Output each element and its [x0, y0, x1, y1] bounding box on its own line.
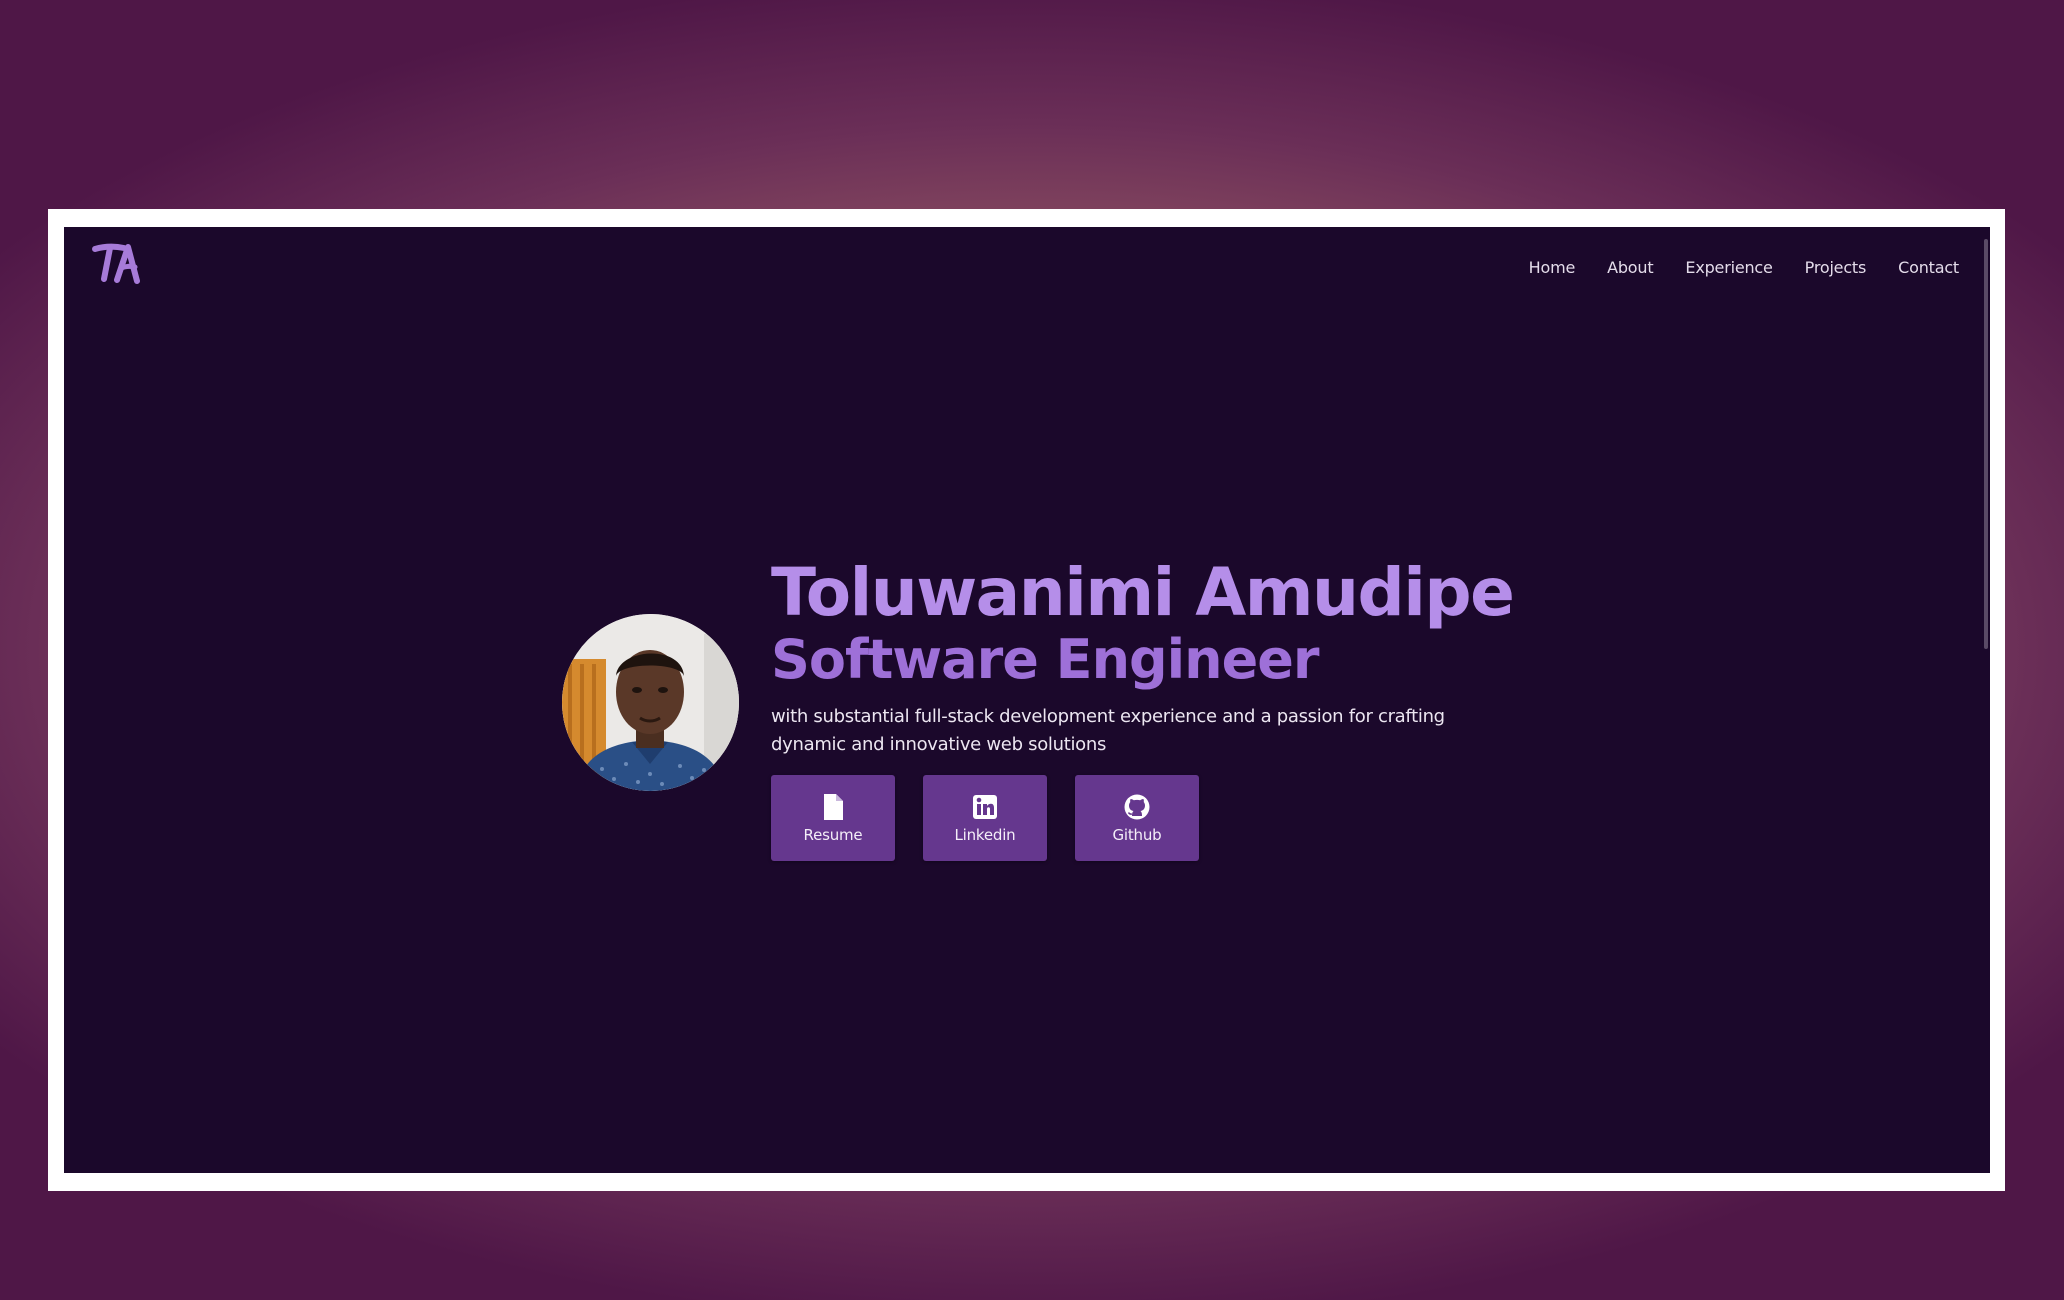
hero-section: Toluwanimi Amudipe Software Engineer wit… — [562, 557, 1562, 897]
document-icon — [819, 793, 847, 821]
profile-avatar — [562, 614, 739, 791]
hero-text: Toluwanimi Amudipe Software Engineer wit… — [771, 557, 1571, 861]
linkedin-button-label: Linkedin — [954, 825, 1016, 844]
ta-monogram-logo-icon — [92, 243, 140, 284]
hero-tagline: with substantial full-stack development … — [771, 706, 1445, 755]
hero-role: Software Engineer — [771, 628, 1320, 691]
resume-button[interactable]: Resume — [771, 775, 895, 861]
linkedin-button[interactable]: Linkedin — [923, 775, 1047, 861]
nav-home-link[interactable]: Home — [1529, 258, 1576, 277]
scrollbar-thumb[interactable] — [1984, 239, 1988, 649]
nav-about-link[interactable]: About — [1607, 258, 1654, 277]
linkedin-icon — [971, 793, 999, 821]
hero-buttons: Resume Linkedin Github — [771, 775, 1571, 861]
github-icon — [1123, 793, 1151, 821]
resume-button-label: Resume — [803, 825, 863, 844]
main-nav: Home About Experience Projects Contact — [1497, 258, 1960, 277]
nav-projects-link[interactable]: Projects — [1805, 258, 1867, 277]
github-button[interactable]: Github — [1075, 775, 1199, 861]
nav-contact-link[interactable]: Contact — [1898, 258, 1959, 277]
github-button-label: Github — [1112, 825, 1162, 844]
nav-experience-link[interactable]: Experience — [1685, 258, 1772, 277]
hero-name: Toluwanimi Amudipe — [771, 554, 1515, 631]
website-viewport: Home About Experience Projects Contact T… — [64, 227, 1990, 1173]
profile-photo-icon — [562, 614, 739, 791]
site-logo[interactable] — [91, 241, 147, 289]
